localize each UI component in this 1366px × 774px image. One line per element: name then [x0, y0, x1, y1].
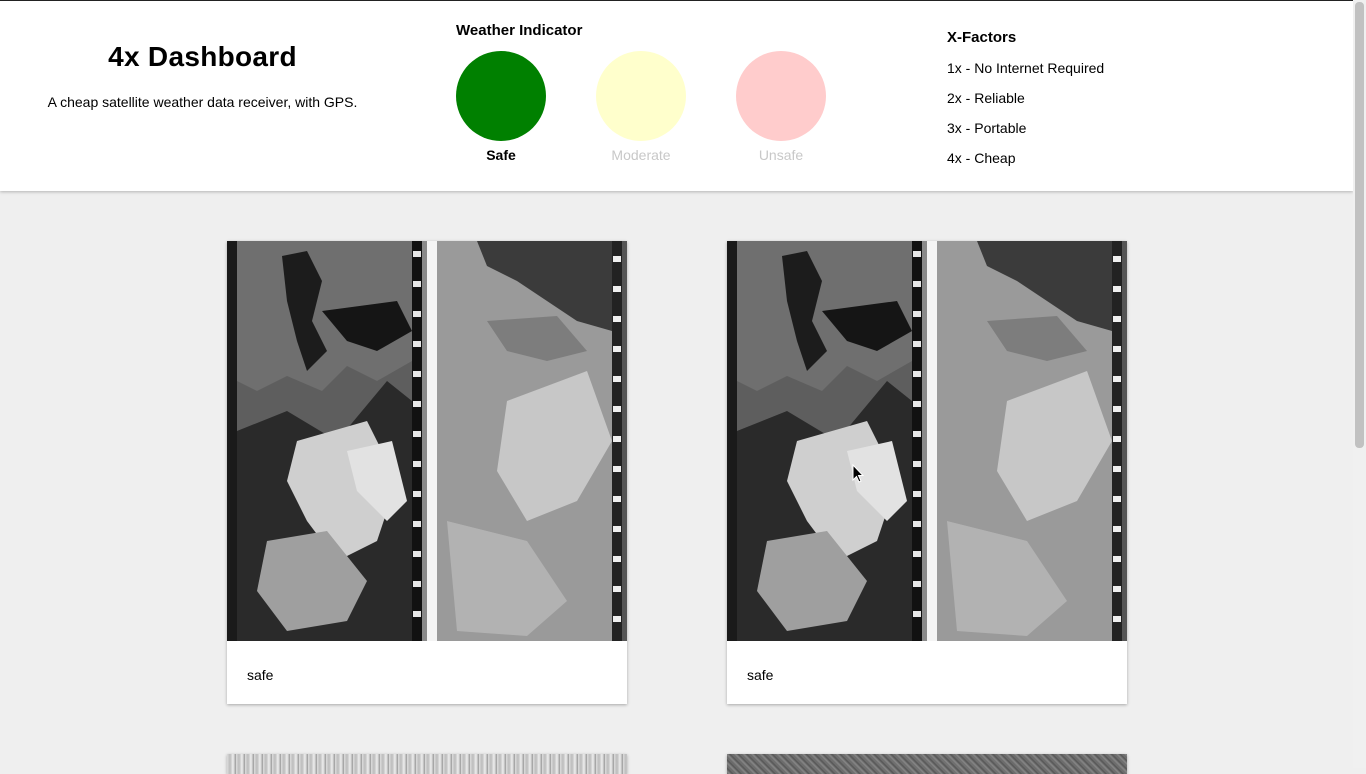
x-factor-item: 3x - Portable	[947, 120, 1027, 136]
image-card[interactable]	[227, 754, 627, 774]
card-status-label: safe	[247, 667, 274, 683]
satellite-image[interactable]	[227, 754, 627, 774]
header: 4x Dashboard A cheap satellite weather d…	[0, 0, 1353, 191]
moderate-indicator-circle	[596, 51, 686, 141]
unsafe-indicator-circle	[736, 51, 826, 141]
image-card[interactable]: safe	[727, 241, 1127, 704]
safe-indicator-label: Safe	[486, 147, 516, 163]
x-factor-item: 2x - Reliable	[947, 90, 1025, 106]
moderate-indicator-label: Moderate	[611, 147, 671, 163]
satellite-image[interactable]	[727, 754, 1127, 774]
scrollbar-thumb[interactable]	[1355, 2, 1364, 448]
x-factor-item: 1x - No Internet Required	[947, 60, 1105, 76]
satellite-image[interactable]	[727, 241, 1127, 641]
x-factor-item: 4x - Cheap	[947, 150, 1016, 166]
dashboard-subtitle: A cheap satellite weather data receiver,…	[47, 94, 358, 110]
image-card[interactable]	[727, 754, 1127, 774]
weather-indicator-heading: Weather Indicator	[456, 22, 583, 39]
image-card[interactable]: safe	[227, 241, 627, 704]
safe-indicator-circle	[456, 51, 546, 141]
card-status-label: safe	[747, 667, 774, 683]
unsafe-indicator-label: Unsafe	[758, 147, 804, 163]
mouse-cursor-icon	[852, 464, 864, 483]
x-factors-heading: X-Factors	[947, 29, 1017, 46]
dashboard-title: 4x Dashboard	[108, 41, 297, 72]
satellite-image[interactable]	[227, 241, 627, 641]
page-scrollbar[interactable]	[1353, 0, 1366, 768]
